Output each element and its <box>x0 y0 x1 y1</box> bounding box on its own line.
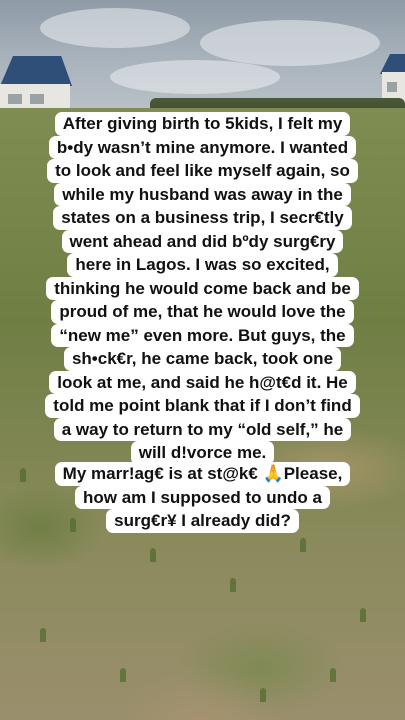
caption-line: while my husband was away in the <box>54 182 351 206</box>
building-window <box>30 94 44 104</box>
caption-line: “new me” even more. But guys, the <box>51 323 354 347</box>
caption-line: a way to return to my “old self,” he <box>53 417 352 441</box>
caption-line: states on a business trip, I secr€tly <box>53 206 352 230</box>
caption-line: went ahead and did bºdy surg€ry <box>61 229 344 253</box>
caption-line: how am I supposed to undo a <box>75 485 330 509</box>
caption-line: My marr!ag€ is at st@k€ 🙏Please, <box>54 462 351 486</box>
caption-line: proud of me, that he would love the <box>51 300 354 324</box>
grass-tuft <box>360 608 366 622</box>
caption-line: After giving birth to 5kids, I felt my <box>54 112 351 136</box>
story-paragraph-1: After giving birth to 5kids, I felt my b… <box>0 112 405 465</box>
cloud <box>40 8 190 48</box>
caption-line: thinking he would come back and be <box>46 276 359 300</box>
cloud <box>110 60 280 94</box>
caption-line: will d!vorce me. <box>130 441 275 465</box>
grass-tuft <box>40 628 46 642</box>
grass-tuft <box>120 668 126 682</box>
building-window <box>8 94 22 104</box>
caption-line: b•dy wasn’t mine anymore. I wanted <box>48 135 357 159</box>
caption-line: here in Lagos. I was so excited, <box>67 253 338 277</box>
caption-line: sh•ck€r, he came back, took one <box>63 347 342 371</box>
caption-line: surg€r¥ I already did? <box>106 509 299 533</box>
grass-tuft <box>300 538 306 552</box>
building-window <box>387 82 397 92</box>
story-paragraph-2: My marr!ag€ is at st@k€ 🙏Please, how am … <box>0 462 405 533</box>
grass-tuft <box>260 688 266 702</box>
grass-tuft <box>230 578 236 592</box>
caption-line: told me point blank that if I don’t find <box>45 394 360 418</box>
cloud <box>200 20 380 66</box>
grass-tuft <box>150 548 156 562</box>
caption-line: look at me, and said he h@t€d it. He <box>49 370 356 394</box>
caption-line: to look and feel like myself again, so <box>47 159 358 183</box>
grass-tuft <box>330 668 336 682</box>
